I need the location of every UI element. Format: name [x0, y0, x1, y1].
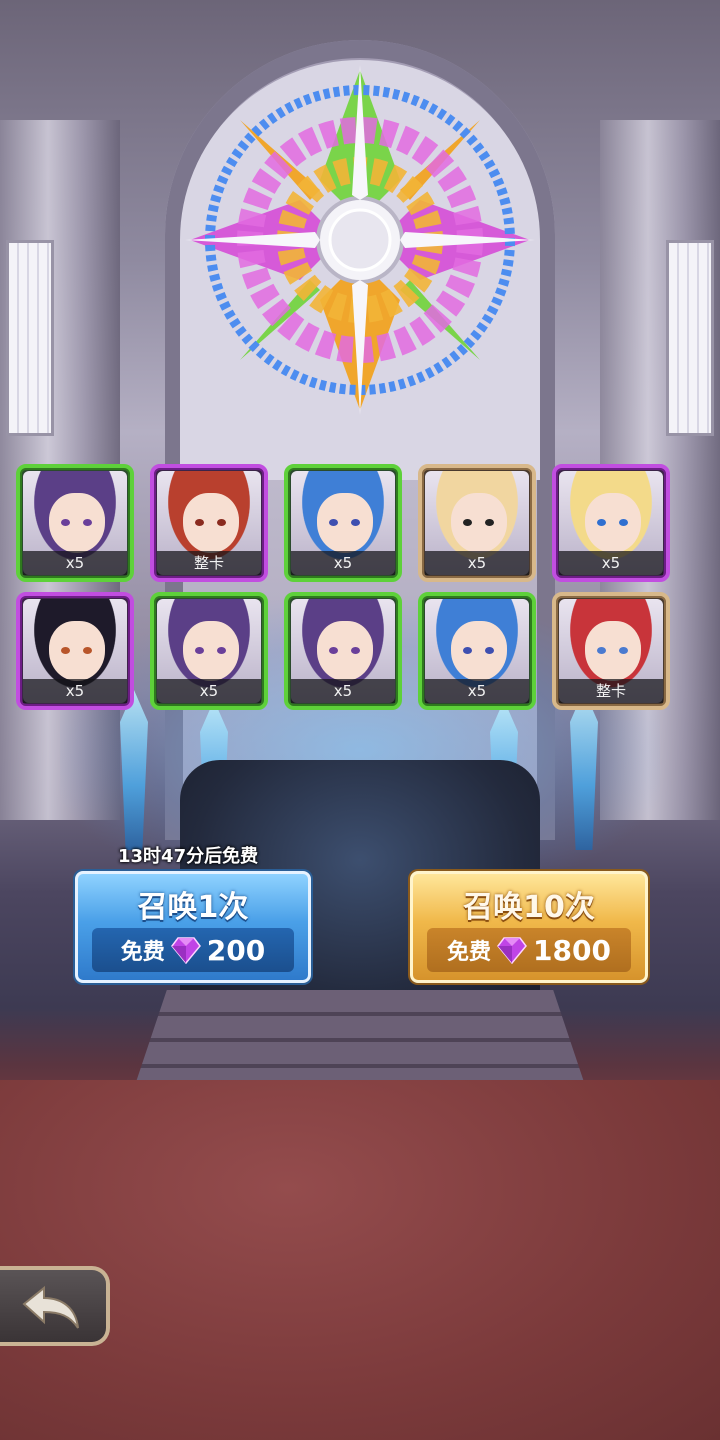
right-window	[666, 240, 714, 436]
character-eye	[83, 647, 92, 654]
pool-card-label: x5	[157, 679, 261, 703]
summon-once-button[interactable]: 召唤1次 免费 200	[75, 871, 311, 983]
pool-card-label: x5	[23, 679, 127, 703]
purple-gem-icon	[170, 937, 201, 964]
character-eye	[217, 647, 226, 654]
character-eye	[597, 647, 606, 654]
pool-card[interactable]: x5	[150, 592, 268, 710]
stained-glass-window	[180, 60, 540, 480]
character-eye	[61, 647, 70, 654]
pool-card-label: x5	[425, 551, 529, 575]
pool-card[interactable]: x5	[284, 592, 402, 710]
purple-gem-icon	[497, 937, 527, 964]
summon-ten-cost-bar: 免费 1800	[427, 928, 631, 972]
summon-once-cost: 200	[206, 933, 266, 967]
character-face	[49, 621, 105, 681]
character-eye	[619, 647, 628, 654]
red-carpet-floor	[0, 1080, 720, 1440]
character-face	[317, 493, 373, 553]
free-summon-timer: 13时47分后免费	[118, 846, 259, 867]
character-eye	[195, 647, 204, 654]
free-label: 免费	[120, 940, 165, 965]
pool-card[interactable]: x5	[418, 592, 536, 710]
pool-card[interactable]: 整卡	[150, 464, 268, 582]
pool-card-label: x5	[425, 679, 529, 703]
pool-card[interactable]: x5	[284, 464, 402, 582]
pool-card[interactable]: x5	[418, 464, 536, 582]
character-eye	[485, 519, 494, 526]
character-eye	[195, 519, 204, 526]
character-face	[183, 621, 239, 681]
pool-card-label: 整卡	[157, 551, 261, 575]
summon-once-cost-bar: 免费 200	[92, 928, 294, 972]
pool-card-label: x5	[291, 679, 395, 703]
character-eye	[329, 647, 338, 654]
summon-ten-label: 召唤10次	[463, 890, 595, 925]
pool-card[interactable]: x5	[16, 464, 134, 582]
character-face	[49, 493, 105, 553]
summon-once-label: 召唤1次	[137, 890, 249, 925]
character-eye	[597, 519, 606, 526]
pool-card-label: x5	[559, 551, 663, 575]
summon-ten-cost: 1800	[533, 933, 611, 967]
character-face	[317, 621, 373, 681]
pool-card[interactable]: 整卡	[552, 592, 670, 710]
character-eye	[329, 519, 338, 526]
pool-card[interactable]: x5	[16, 592, 134, 710]
summon-ten-button[interactable]: 召唤10次 免费 1800	[410, 871, 648, 983]
character-eye	[463, 647, 472, 654]
character-eye	[463, 519, 472, 526]
character-eye	[351, 647, 360, 654]
character-face	[585, 493, 641, 553]
character-eye	[61, 519, 70, 526]
character-face	[451, 493, 507, 553]
pool-card-label: 整卡	[559, 679, 663, 703]
summon-scene	[0, 0, 720, 1440]
pool-card-label: x5	[23, 551, 127, 575]
pool-card[interactable]: x5	[552, 464, 670, 582]
character-face	[183, 493, 239, 553]
character-eye	[351, 519, 360, 526]
character-eye	[485, 647, 494, 654]
character-face	[585, 621, 641, 681]
free-label: 免费	[447, 940, 492, 965]
character-eye	[217, 519, 226, 526]
left-window	[6, 240, 54, 436]
character-eye	[83, 519, 92, 526]
back-button[interactable]	[0, 1266, 110, 1346]
pool-card-label: x5	[291, 551, 395, 575]
character-eye	[619, 519, 628, 526]
character-face	[451, 621, 507, 681]
back-arrow-icon	[22, 1285, 79, 1329]
